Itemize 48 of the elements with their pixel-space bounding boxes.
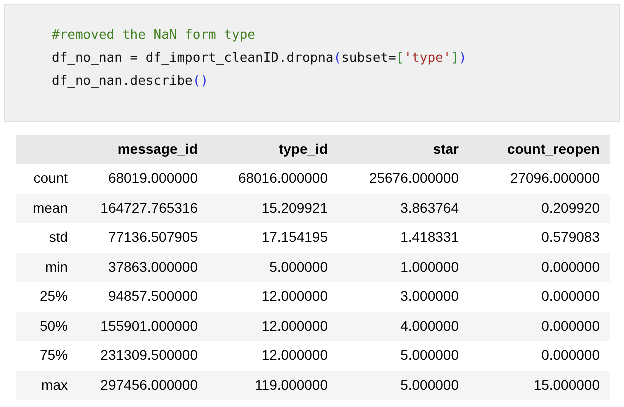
table-cell-text: 12.000000	[260, 287, 329, 306]
code-line: #removed the NaN form type	[52, 27, 256, 45]
table-cell-text: 12.000000	[260, 346, 329, 366]
table-cell-text: 0.000000	[540, 316, 601, 336]
table-cell-text: 297456.000000	[100, 376, 199, 395]
table-cell-text: 25676.000000	[368, 169, 460, 188]
row-label: 75%	[38, 346, 69, 366]
table-cell-text: 0.209920	[540, 198, 601, 218]
row-label: mean	[32, 198, 69, 218]
table-cell-text: 5.000000	[400, 346, 460, 366]
table-cell-text: 5.000000	[400, 376, 460, 395]
table-cell-text: 68019.000000	[107, 169, 199, 188]
row-label: min	[44, 258, 69, 277]
table-cell-text: 231309.500000	[100, 346, 199, 366]
table-cell-text: 164727.765316	[100, 198, 199, 218]
table-cell-text: 77136.507905	[107, 228, 199, 248]
table-cell-text: 0.000000	[540, 346, 601, 366]
table-cell-text: 68016.000000	[237, 169, 329, 188]
table-cell-text: 3.863764	[400, 198, 460, 218]
table-cell-text: 27096.000000	[509, 169, 601, 188]
column-header: star	[432, 140, 460, 159]
row-label: std	[48, 228, 69, 248]
table-cell-text: 0.579083	[540, 228, 601, 248]
column-header: type_id	[278, 140, 329, 159]
table-cell-text: 155901.000000	[100, 316, 199, 336]
table-cell-text: 17.154195	[260, 228, 329, 248]
code-line: df_no_nan = df_import_cleanID.dropna(subset=['type'])	[52, 50, 468, 68]
column-header: count_reopen	[506, 140, 601, 159]
row-label: 25%	[38, 287, 69, 306]
table-cell-text: 3.000000	[400, 287, 460, 306]
row-label: 50%	[38, 316, 69, 336]
code-line: df_no_nan.describe()	[52, 73, 210, 91]
table-cell-text: 37863.000000	[107, 258, 199, 277]
table-cell-text: 12.000000	[260, 316, 329, 336]
table-cell-text: 94857.500000	[107, 287, 199, 306]
table-cell-text: 0.000000	[540, 258, 601, 277]
table-cell-text: 15.209921	[260, 198, 329, 218]
table-cell-text: 1.000000	[400, 258, 460, 277]
row-label: count	[32, 169, 69, 188]
column-header: message_id	[116, 140, 199, 159]
table-cell-text: 4.000000	[400, 316, 460, 336]
table-cell-text: 5.000000	[268, 258, 329, 277]
table-cell-text: 119.000000	[254, 376, 329, 395]
table-cell-text: 15.000000	[532, 376, 601, 395]
table-cell-text: 0.000000	[540, 287, 601, 306]
table-cell-text: 1.418331	[400, 228, 460, 248]
code-cell[interactable]: #removed the NaN form type df_no_nan = df_import_cleanID.dropna(subset=['type']) df_no_nan.describe()	[4, 4, 620, 122]
row-label: max	[40, 376, 69, 395]
